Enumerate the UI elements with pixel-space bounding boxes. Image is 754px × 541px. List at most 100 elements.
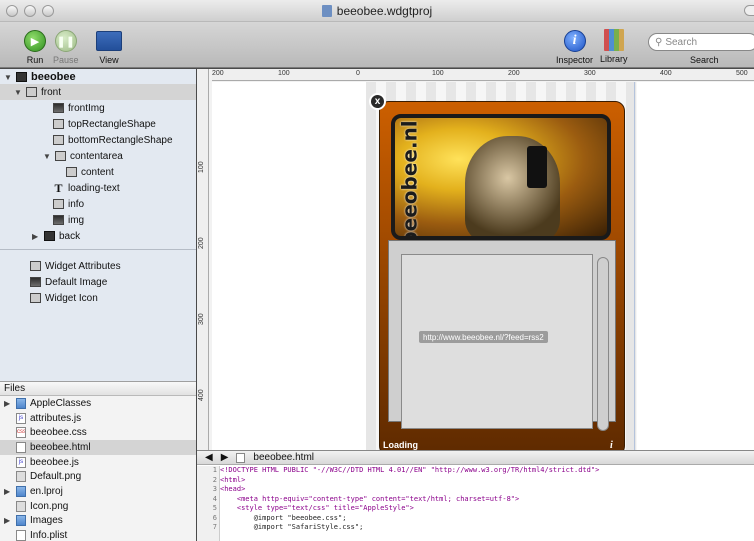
widget-tree: ▼ beeobee ▼ front frontImg topRectangleS… [0,69,196,381]
file-beeobee-css[interactable]: css beeobee.css [0,425,196,440]
tree-item-back[interactable]: ▶ back [32,228,80,244]
widget-icon-item[interactable]: Widget Icon [30,290,98,306]
html-file-icon [16,441,26,453]
disclosure-closed-icon[interactable]: ▶ [4,516,12,525]
code-editor[interactable]: ◀ ▶ beeobee.html 1 <!DOCTYPE HTML PUBLIC … [197,450,754,541]
beeobee-logo: beeobee.nl [398,120,423,240]
front-image[interactable]: beeobee.nl [391,114,611,240]
disclosure-open-icon[interactable]: ▼ [4,73,12,82]
content-scrollbar[interactable] [597,257,609,431]
files-pane: Files ▶ AppleClasses js attributes.js css b… [0,381,196,541]
toolbar-toggle-button[interactable] [744,5,754,16]
image-file-icon [16,500,26,512]
search-icon: ⚲ [655,36,663,48]
plist-file-icon [16,530,26,541]
divider [0,249,196,250]
scroll-area-icon [55,151,66,161]
view-layout-icon [96,31,122,51]
window-controls [6,5,54,17]
inspector-button[interactable]: i Inspector [556,30,593,65]
library-button[interactable]: Library [600,29,628,64]
photo-camera-phone [527,146,547,188]
forward-arrow-icon[interactable]: ▶ [221,452,229,463]
vertical-ruler: 100 200 300 400 [197,69,209,450]
feed-url-label: http://www.beeobee.nl/?feed=rss2 [419,331,548,343]
search-field[interactable]: ⚲ Search [648,33,754,51]
close-window-button[interactable] [6,5,18,17]
file-appleclasses[interactable]: ▶ AppleClasses [0,396,196,411]
loading-text: Loading [383,440,418,450]
design-canvas[interactable]: 200 100 0 100 200 300 400 500 100 200 30… [197,69,754,450]
title-bar: beeobee.wdgtproj [0,0,754,22]
tree-item-loading-text[interactable]: Tloading-text [53,180,119,196]
view-button[interactable]: View [96,31,122,65]
tree-item-info[interactable]: info [53,196,84,212]
image-icon [30,277,41,287]
js-file-icon: js [16,456,26,468]
view-icon [26,87,37,97]
tree-item-frontimg[interactable]: frontImg [53,100,105,116]
file-images[interactable]: ▶ Images [0,514,196,529]
css-file-icon: css [16,427,26,439]
toolbar: ▶ Run ❚❚ Pause View i Inspector Library … [0,22,754,68]
info-button-icon[interactable]: i [610,440,613,450]
file-icon-png[interactable]: Icon.png [0,499,196,514]
minimize-window-button[interactable] [24,5,36,17]
view-icon [44,231,55,241]
tree-item-contentarea[interactable]: ▼ contentarea [43,148,123,164]
back-arrow-icon[interactable]: ◀ [205,452,213,463]
file-beeobee-js[interactable]: js beeobee.js [0,455,196,470]
file-default-png[interactable]: Default.png [0,469,196,484]
shape-icon [53,119,64,129]
folder-icon [16,485,26,497]
editor-navigation-bar: ◀ ▶ beeobee.html [197,451,754,465]
pause-icon: ❚❚ [54,30,77,52]
code-line: 2 <html> [212,475,246,484]
disclosure-closed-icon[interactable]: ▶ [4,399,12,408]
js-file-icon: js [16,412,26,424]
image-file-icon [16,471,26,483]
code-line: 6 @import "beeobee.css"; [212,513,347,522]
file-en-lproj[interactable]: ▶ en.lproj [0,484,196,499]
text-icon: T [54,181,63,195]
pause-button[interactable]: ❚❚ Pause [53,30,79,65]
tree-item-content[interactable]: content [66,164,114,180]
file-attributes-js[interactable]: js attributes.js [0,411,196,426]
close-icon[interactable]: x [369,93,386,110]
shape-icon [53,135,64,145]
canvas-page: x beeobee.nl http://www.beeobee.nl/?feed… [212,82,754,450]
document-icon [321,4,332,17]
code-line: 1 <!DOCTYPE HTML PUBLIC "-//W3C//DTD HTML… [212,466,600,474]
editor-file-name[interactable]: beeobee.html [253,452,314,463]
code-line: 3 <head> [212,485,246,493]
attributes-icon [30,261,41,271]
file-info-plist[interactable]: Info.plist [0,528,196,541]
disclosure-open-icon[interactable]: ▼ [14,88,22,97]
code-line: 4 <meta http-equiv="content-type" conten… [212,494,520,503]
run-button[interactable]: ▶ Run [24,30,46,65]
horizontal-ruler: 200 100 0 100 200 300 400 500 [212,69,754,81]
image-icon [53,215,64,225]
search-label: Search [690,55,719,65]
file-beeobee-html[interactable]: beeobee.html [0,440,196,455]
info-icon: i [563,30,586,52]
zoom-window-button[interactable] [42,5,54,17]
code-lines[interactable]: 1 <!DOCTYPE HTML PUBLIC "-//W3C//DTD HTML… [197,466,754,541]
disclosure-open-icon[interactable]: ▼ [43,152,51,161]
code-line: 7 @import "SafariStyle.css"; [212,523,364,531]
widget-project-icon [16,72,27,82]
folder-icon [16,397,26,409]
default-image-item[interactable]: Default Image [30,274,107,290]
tree-item-front[interactable]: ▼ front [0,84,196,100]
tree-item-bottomrectangleshape[interactable]: bottomRectangleShape [53,132,173,148]
disclosure-closed-icon[interactable]: ▶ [32,232,40,241]
disclosure-closed-icon[interactable]: ▶ [4,487,12,496]
books-icon [603,29,624,51]
code-line: 5 <style type="text/css" title="AppleSty… [212,504,414,512]
window-title: beeobee.wdgtproj [321,4,432,18]
widget-attributes-item[interactable]: Widget Attributes [30,258,121,274]
tree-item-toprectangleshape[interactable]: topRectangleShape [53,116,156,132]
tree-item-img[interactable]: img [53,212,84,228]
button-icon [53,199,64,209]
tree-root[interactable]: ▼ beeobee [4,69,76,85]
